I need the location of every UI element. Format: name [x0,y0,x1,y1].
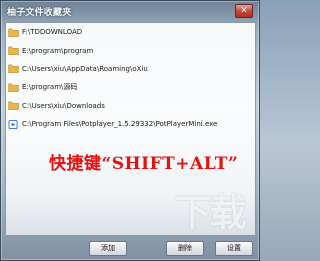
shortcut-hint: 快捷键“SHIFT+ALT” [49,154,239,174]
window-title: 柚子文件收藏夹 [7,7,72,18]
app-icon [8,119,18,129]
folder-icon [8,83,19,92]
settings-button[interactable]: 设置 [215,241,253,256]
list-item[interactable]: E:\program\源码 [6,78,255,96]
folder-icon [8,46,19,55]
close-button[interactable]: ✕ [235,4,253,18]
favorites-window: 柚子文件收藏夹 ✕ F:\TDDOWNLOAD E:\program\progr… [0,0,260,261]
delete-button[interactable]: 删除 [166,241,204,256]
list-item[interactable]: F:\TDDOWNLOAD [6,23,255,41]
list-item[interactable]: C:\Users\xiu\Downloads [6,97,255,115]
folder-icon [8,101,19,111]
list-item-path: E:\program\源码 [22,83,78,92]
list-item-path: C:\Users\xiu\AppData\Roaming\oXiu [22,64,148,73]
list-item[interactable]: C:\Users\xiu\AppData\Roaming\oXiu [6,60,255,78]
add-button[interactable]: 添加 [89,241,127,256]
list-item-path: F:\TDDOWNLOAD [22,28,83,37]
folder-icon [8,28,19,37]
list-item-path: C:\Users\xiu\Downloads [22,101,105,110]
title-bar[interactable]: 柚子文件收藏夹 ✕ [1,1,259,21]
button-bar: 添加 删除 设置 [1,237,259,259]
folder-icon [8,65,19,74]
list-item-path: C:\Program Files\Potplayer_1.5.29332\Pot… [22,120,218,129]
favorites-list: F:\TDDOWNLOAD E:\program\program C:\User… [6,23,255,135]
list-item[interactable]: E:\program\program [6,41,255,59]
list-item-path: E:\program\program [22,46,94,55]
list-item[interactable]: C:\Program Files\Potplayer_1.5.29332\Pot… [6,115,255,133]
